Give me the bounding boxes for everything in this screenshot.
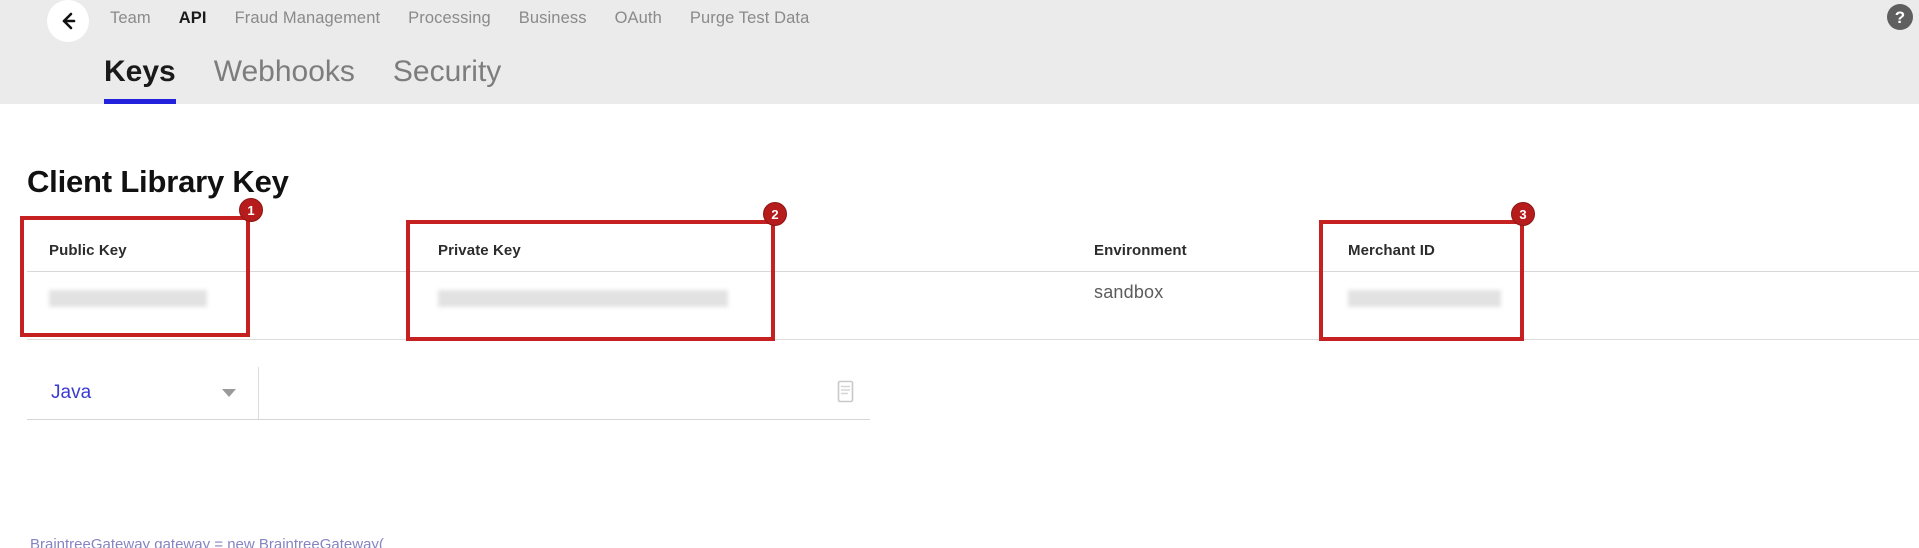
breadcrumb-item-business[interactable]: Business <box>519 6 603 30</box>
cell-environment: sandbox <box>1094 282 1163 303</box>
code-snippet-area <box>259 367 870 419</box>
annotation-badge-2: 2 <box>763 202 787 226</box>
masked-merchant-id-value <box>1348 290 1501 307</box>
copy-document-icon[interactable] <box>836 380 856 404</box>
arrow-left-icon <box>57 10 79 32</box>
breadcrumb-item-fraud-management[interactable]: Fraud Management <box>235 6 397 30</box>
breadcrumb-item-api[interactable]: API <box>179 6 223 30</box>
tab-keys[interactable]: Keys <box>104 52 176 104</box>
annotation-box-2 <box>406 220 775 341</box>
page-title: Client Library Key <box>27 164 289 200</box>
code-panel-divider <box>27 419 870 420</box>
annotation-box-3 <box>1319 220 1524 341</box>
tab-bar: Keys Webhooks Security <box>104 48 539 104</box>
breadcrumb-item-team[interactable]: Team <box>110 6 167 30</box>
language-selector[interactable]: Java <box>27 367 259 419</box>
cell-public-key <box>49 290 207 307</box>
breadcrumb-item-purge-test-data[interactable]: Purge Test Data <box>690 6 826 30</box>
breadcrumb-item-oauth[interactable]: OAuth <box>615 6 678 30</box>
chevron-down-icon <box>222 389 236 397</box>
table-row-divider <box>27 339 1919 340</box>
masked-public-key-value <box>49 290 207 307</box>
tab-security[interactable]: Security <box>393 52 501 104</box>
language-selector-label: Java <box>51 382 91 404</box>
tab-webhooks[interactable]: Webhooks <box>214 52 355 104</box>
breadcrumb-item-processing[interactable]: Processing <box>408 6 507 30</box>
masked-private-key-value <box>438 290 728 307</box>
column-header-private-key: Private Key <box>438 242 521 259</box>
help-icon[interactable]: ? <box>1887 4 1913 30</box>
column-header-merchant-id: Merchant ID <box>1348 242 1435 259</box>
code-snippet-preview: BraintreeGateway gateway = new Braintree… <box>30 536 384 548</box>
annotation-badge-3: 3 <box>1511 202 1535 226</box>
top-header-band: Team API Fraud Management Processing Bus… <box>0 0 1919 104</box>
annotation-box-1 <box>20 216 250 337</box>
back-button[interactable] <box>47 0 89 42</box>
column-header-environment: Environment <box>1094 242 1187 259</box>
column-header-public-key: Public Key <box>49 242 127 259</box>
annotation-badge-1: 1 <box>239 198 263 222</box>
breadcrumb: Team API Fraud Management Processing Bus… <box>110 6 837 30</box>
cell-merchant-id <box>1348 290 1501 307</box>
cell-private-key <box>438 290 728 307</box>
page-root: Team API Fraud Management Processing Bus… <box>0 0 1919 548</box>
table-header-divider <box>27 271 1919 272</box>
